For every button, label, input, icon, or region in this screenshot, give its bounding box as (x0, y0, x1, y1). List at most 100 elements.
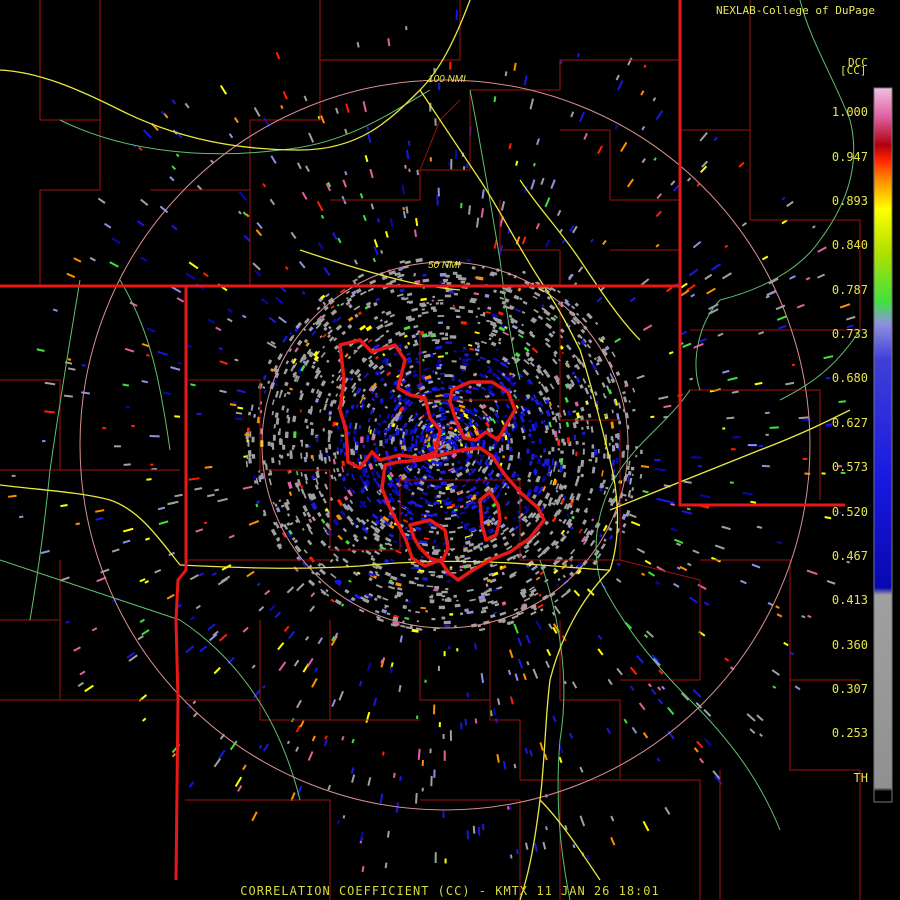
echo-gate (327, 784, 331, 791)
echo-gate (423, 537, 430, 540)
echo-gate (392, 540, 398, 544)
echo-gate (461, 484, 467, 488)
echo-gate (846, 315, 856, 321)
echo-gate (286, 408, 290, 413)
echo-gate (579, 815, 586, 827)
echo-gate (551, 501, 556, 506)
echo-gate (332, 468, 336, 473)
echo-gate (628, 460, 631, 466)
echo-gate (390, 558, 395, 562)
echo-gate (502, 760, 507, 770)
echo-gate (505, 403, 511, 409)
echo-gate (437, 314, 445, 318)
echo-gate (642, 490, 649, 494)
echo-gate (680, 692, 690, 701)
echo-gate (556, 209, 562, 217)
legend-tick: 0.520 (831, 505, 868, 519)
echo-gate (587, 353, 592, 358)
echo-gate (95, 509, 105, 513)
echo-gate (611, 438, 614, 443)
legend-tick: 0.947 (831, 150, 868, 164)
echo-gate (458, 465, 464, 471)
echo-gate (308, 326, 314, 332)
echo-gate (580, 473, 584, 478)
echo-gate (455, 505, 460, 509)
echo-gate (402, 206, 405, 211)
echo-gate (652, 97, 657, 102)
echo-gate (421, 759, 425, 766)
echo-gate (661, 685, 666, 690)
echo-gate (325, 447, 328, 453)
echo-gate (466, 588, 474, 592)
echo-gate (448, 385, 453, 389)
credit-text[interactable]: NEXLAB-College of DuPage (716, 4, 875, 17)
legend-tick: 0.627 (831, 416, 868, 430)
echo-gate (436, 549, 441, 552)
echo-gate (586, 312, 593, 320)
echo-gate (282, 444, 286, 450)
echo-gate (302, 504, 309, 512)
echo-gate (581, 317, 588, 323)
echo-gate (405, 206, 409, 214)
echo-gate (327, 334, 331, 339)
echo-gate (761, 255, 769, 261)
echo-gate (519, 297, 523, 301)
echo-gate (473, 292, 480, 296)
echo-gate (263, 116, 271, 128)
echo-gate (256, 500, 261, 504)
echo-gate (391, 436, 394, 443)
echo-gate (413, 564, 419, 568)
echo-gate (442, 426, 446, 430)
echo-gate (251, 453, 256, 459)
echo-gate (551, 330, 556, 335)
echo-gate (528, 433, 532, 437)
echo-gate (440, 481, 447, 486)
echo-gate (502, 455, 506, 459)
echo-gate (570, 111, 575, 118)
echo-gate (459, 565, 465, 569)
echo-gate (600, 543, 606, 550)
echo-gate (417, 748, 421, 760)
echo-gate (267, 359, 273, 365)
echo-gate (81, 363, 86, 367)
echo-gate (403, 325, 411, 331)
echo-gate (480, 673, 485, 684)
echo-gate (379, 334, 385, 339)
echo-gate (578, 528, 583, 534)
echo-gate (331, 699, 337, 708)
echo-gate (425, 492, 429, 497)
echo-gate (358, 680, 363, 687)
echo-gate (495, 348, 499, 352)
echo-gate (438, 722, 441, 728)
echo-gate (517, 658, 524, 669)
echo-gate (399, 260, 406, 264)
echo-gate (611, 351, 616, 358)
echo-gate (668, 351, 674, 355)
echo-gate (296, 471, 299, 476)
echo-gate (436, 575, 440, 578)
echo-gate (75, 522, 81, 526)
echo-gate (513, 763, 517, 769)
echo-gate (361, 550, 365, 553)
echo-gate (447, 597, 450, 600)
echo-gate (446, 282, 452, 285)
echo-gate (458, 357, 462, 360)
echo-gate (486, 359, 491, 365)
echo-gate (724, 657, 730, 662)
echo-gate (417, 314, 422, 318)
echo-gate (262, 512, 267, 517)
echo-gate (280, 105, 284, 110)
echo-gate (562, 574, 566, 579)
echo-gate (337, 237, 342, 244)
echo-gate (492, 563, 498, 568)
echo-gate (274, 503, 278, 508)
echo-gate (439, 556, 443, 559)
echo-gate (319, 568, 327, 576)
echo-gate (497, 311, 504, 316)
echo-gate (185, 272, 196, 281)
echo-gate (469, 347, 475, 351)
echo-gate (603, 453, 606, 459)
echo-gate (704, 738, 712, 747)
echo-gate (324, 735, 328, 740)
echo-gate (445, 274, 450, 278)
